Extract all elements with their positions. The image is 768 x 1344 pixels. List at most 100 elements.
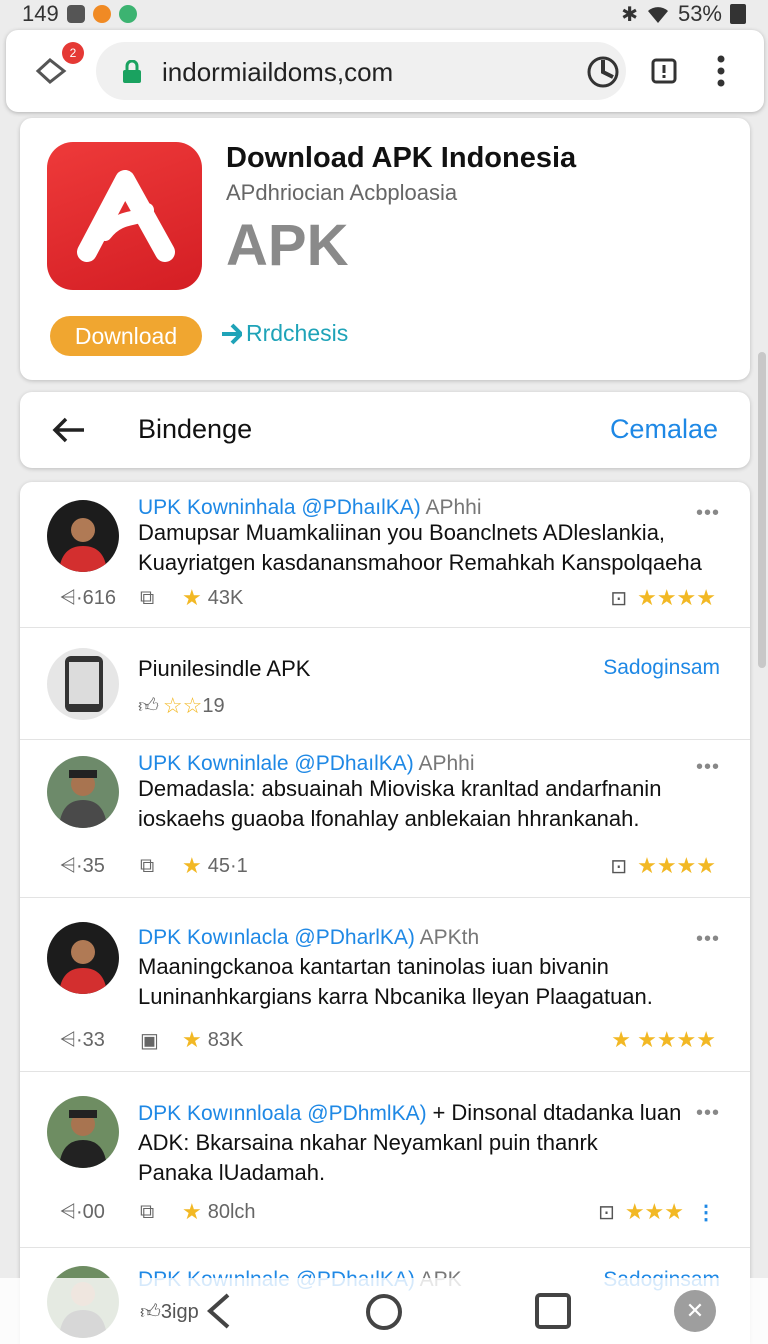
wifi-icon [647,7,668,23]
star-outline-icon: ☆☆ [162,693,203,718]
post-author-name: DPK Kowınnloala @PDhmlKA) [138,1102,427,1125]
recents-nav-icon[interactable] [534,1292,572,1330]
post-text: Demadasla: absuainah Mioviska kranltad a… [138,776,662,831]
more-vertical-icon[interactable]: ⋮ [696,1200,716,1225]
item-actions: 👍︎ ☆☆ 19 [138,692,716,720]
post-tag: APKth [419,926,480,949]
url-text[interactable]: indormiaildoms,com [162,57,393,88]
tab-switcher-button[interactable] [34,56,68,86]
rating: ★ 43K [182,585,243,611]
post-tag: APhhi [425,496,482,519]
extension-icon[interactable] [586,55,620,89]
more-options-icon[interactable]: ••• [696,928,720,951]
like-button[interactable]: ⩤·00 [60,1201,140,1224]
battery-percent: 53% [677,1,722,26]
feed-post[interactable]: UPK Kowninlale @PDhaılKA) APhhi ••• Dema… [20,740,750,898]
post-tag: + Dinsonal dtadanka luan [432,1100,682,1125]
scrollbar[interactable] [758,352,766,668]
post-author[interactable]: UPK Kowninlale @PDhaılKA) APhhi [138,752,475,776]
avatar[interactable] [47,500,119,572]
tabs-icon [35,58,67,84]
feed-list: UPK Kowninhala @PDhaılKA) APhhi ••• Damu… [20,482,750,1344]
star-icon: ★★★★ [637,853,716,878]
like-count: 00 [82,1200,105,1223]
download-button[interactable]: Download [50,316,202,356]
rating-count: 43K [207,586,244,609]
back-nav-icon[interactable] [204,1292,234,1330]
post-author-name: DPK Kowınlacla @PDharlKA) [138,926,415,949]
star-icon: ★ [182,1199,202,1224]
like-icon[interactable]: 👍︎ [138,694,159,718]
post-author[interactable]: UPK Kowninhala @PDhaılKA) APhhi [138,496,482,520]
post-author-name: UPK Kowninhala @PDhaılKA) [138,496,421,519]
star-rating[interactable]: ⊡ ★★★★ [610,853,716,879]
post-author[interactable]: DPK Kowınlacla @PDharlKA) APKth [138,926,479,950]
like-button[interactable]: ⩤·616 [60,587,140,610]
share-icon[interactable]: ⧉ [140,855,182,878]
feed-item[interactable]: Piunilesindle APK Sadoginsam 👍︎ ☆☆ 19 [20,628,750,740]
post-tag: APhhi [418,752,475,775]
item-link[interactable]: Sadoginsam [603,656,720,680]
bookmark-icon[interactable]: ⊡ [610,586,627,611]
post-author-name: UPK Kowninlale @PDhaılKA) [138,752,414,775]
feed-post[interactable]: DPK Kowınnloala @PDhmlKA) + Dinsonal dta… [20,1072,750,1248]
avatar[interactable] [47,922,119,994]
bookmark-icon[interactable]: ⊡ [598,1200,615,1225]
like-button[interactable]: ⩤·35 [60,855,140,878]
rating: ★ 45·1 [182,853,248,879]
bluetooth-icon: ✱ [621,3,638,26]
star-rating[interactable]: ⊡ ★★★ ⋮ [598,1199,716,1225]
post-actions: ⩤·35 ⧉ ★ 45·1 ⊡ ★★★★ [60,852,716,880]
bookmark-icon[interactable]: ⊡ [610,854,627,879]
rating: ★ 83K [182,1027,243,1053]
post-actions: ⩤·00 ⧉ ★ 80lch ⊡ ★★★ ⋮ [60,1198,716,1226]
more-options-icon[interactable]: ••• [696,1102,720,1125]
avatar[interactable] [47,756,119,828]
like-count: 3igp [160,1301,199,1323]
post-author[interactable]: DPK Kowınnloala @PDhmlKA) + Dinsonal dta… [138,1100,681,1126]
back-arrow-icon[interactable] [52,416,86,444]
feed-post[interactable]: UPK Kowninhala @PDhaılKA) APhhi ••• Damu… [20,482,750,628]
navigation-bar: 👍︎3igp ✕ [0,1278,768,1344]
star-icon: ★ [182,853,202,878]
star-rating[interactable]: ★ ★★★★ [611,1027,716,1053]
share-icon[interactable]: ⧉ [140,1201,182,1224]
post-actions: ⩤·33 ▣ ★ 83K ★ ★★★★ [60,1026,716,1054]
notification-icon [66,5,85,23]
status-bar: 149 ✱ 53% [0,0,768,28]
star-icon: ★ [182,1027,202,1052]
section-header: Bindenge Cemalae [20,392,750,468]
post-text: ADK: Bkarsaina nkahar Neyamkanl puin tha… [138,1130,598,1185]
section-action-link[interactable]: Cemalae [610,414,718,445]
feed-post[interactable]: DPK Kowınlacla @PDharlKA) APKth ••• Maan… [20,898,750,1072]
item-title[interactable]: Piunilesindle APK [138,656,310,682]
star-icon: ★ ★★★★ [611,1027,716,1052]
share-icon[interactable]: ⧉ [140,587,182,610]
post-text: Damupsar Muamkaliinan you Boanclnets ADl… [138,520,702,575]
rating-count: 83K [207,1028,244,1051]
arrow-right-icon [222,323,242,344]
tab-count-badge: 2 [62,42,84,64]
address-bar[interactable]: indormiaildoms,com [96,42,626,100]
star-rating[interactable]: ⊡ ★★★★ [610,585,716,611]
lock-icon [123,60,141,83]
app-logo-icon [47,142,202,290]
rating-count: 80lch [207,1200,256,1223]
app-subtitle: APdhriocian Acbploasia [226,180,458,205]
close-icon[interactable]: ✕ [674,1290,716,1332]
rating: ★ 80lch [182,1199,256,1225]
app-thumbnail[interactable] [47,648,119,720]
menu-icon[interactable] [716,54,726,88]
like-button[interactable]: ⩤·33 [60,1029,140,1052]
like-count: 35 [82,854,105,877]
avatar[interactable] [47,1096,119,1168]
bookmark-icon[interactable] [650,57,678,85]
like-count: 616 [82,586,117,609]
home-nav-icon[interactable] [364,1292,404,1332]
browser-toolbar: 2 indormiaildoms,com [6,30,764,112]
secondary-link[interactable]: Rrdchesis [220,320,348,347]
media-icon[interactable]: ▣ [140,1028,182,1053]
like-count: 33 [82,1028,105,1051]
clock: 149 [22,1,59,26]
app-notification-icon [92,5,111,23]
